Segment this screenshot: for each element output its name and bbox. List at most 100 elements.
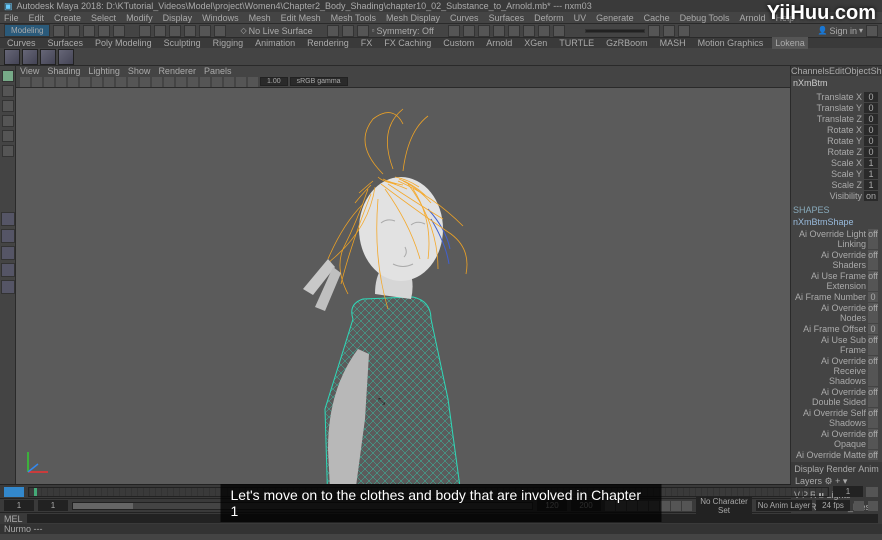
channel-row[interactable]: Ai Frame Number0 bbox=[793, 292, 880, 302]
status-btn[interactable] bbox=[553, 25, 565, 37]
range-handle[interactable] bbox=[73, 503, 133, 509]
menu-create[interactable]: Create bbox=[54, 13, 81, 23]
autokey-button[interactable] bbox=[854, 501, 864, 511]
panel-tool-icon[interactable] bbox=[212, 77, 222, 87]
panel-tool-icon[interactable] bbox=[176, 77, 186, 87]
fps-dropdown[interactable]: 24 fps bbox=[816, 500, 850, 511]
status-btn[interactable] bbox=[342, 25, 354, 37]
shelf-tab[interactable]: MASH bbox=[657, 37, 689, 49]
panel-menu-item[interactable]: Lighting bbox=[88, 66, 120, 76]
viewport-3d[interactable]: ⤡ bbox=[16, 88, 790, 484]
shelf-icon[interactable] bbox=[4, 49, 20, 65]
panel-zoom[interactable]: 1.00 bbox=[260, 77, 288, 86]
menu-modify[interactable]: Modify bbox=[126, 13, 153, 23]
status-btn[interactable] bbox=[83, 25, 95, 37]
lasso-tool[interactable] bbox=[2, 85, 14, 97]
display-tab[interactable]: Display bbox=[794, 464, 824, 474]
channel-row[interactable]: Ai Override Double Sidedoff bbox=[793, 387, 880, 407]
channel-row[interactable]: Translate Y0 bbox=[793, 103, 880, 113]
menu-generate[interactable]: Generate bbox=[596, 13, 634, 23]
shelf-tab[interactable]: Rigging bbox=[210, 37, 247, 49]
menu-curves[interactable]: Curves bbox=[450, 13, 479, 23]
menu-windows[interactable]: Windows bbox=[202, 13, 239, 23]
workspace-selector[interactable]: Modeling bbox=[4, 24, 50, 37]
shelf-tab[interactable]: Curves bbox=[4, 37, 39, 49]
panel-tool-icon[interactable] bbox=[248, 77, 258, 87]
status-btn[interactable] bbox=[663, 25, 675, 37]
shelf-tab[interactable]: Surfaces bbox=[45, 37, 87, 49]
select-tool[interactable] bbox=[2, 70, 14, 82]
menu-select[interactable]: Select bbox=[91, 13, 116, 23]
shelf-tab[interactable]: TURTLE bbox=[556, 37, 597, 49]
panel-menu-item[interactable]: Panels bbox=[204, 66, 232, 76]
panel-tool-icon[interactable] bbox=[32, 77, 42, 87]
panel-tool-icon[interactable] bbox=[20, 77, 30, 87]
menu-mesh-tools[interactable]: Mesh Tools bbox=[331, 13, 376, 23]
channel-tab[interactable]: Show bbox=[871, 66, 882, 76]
channel-row[interactable]: Ai Override Self Shadowsoff bbox=[793, 408, 880, 428]
range-start-field[interactable]: 1 bbox=[4, 500, 34, 511]
menu-surfaces[interactable]: Surfaces bbox=[489, 13, 525, 23]
status-btn[interactable] bbox=[53, 25, 65, 37]
channel-row[interactable]: Rotate Z0 bbox=[793, 147, 880, 157]
channel-row[interactable]: Rotate X0 bbox=[793, 125, 880, 135]
menu-display[interactable]: Display bbox=[163, 13, 193, 23]
menu-deform[interactable]: Deform bbox=[534, 13, 564, 23]
panel-menu-item[interactable]: Renderer bbox=[158, 66, 196, 76]
channel-row[interactable]: Ai Override Shadersoff bbox=[793, 250, 880, 270]
menu-file[interactable]: File bbox=[4, 13, 19, 23]
panel-menu-item[interactable]: View bbox=[20, 66, 39, 76]
channel-row[interactable]: Ai Override Light Linkingoff bbox=[793, 229, 880, 249]
shelf-tab[interactable]: XGen bbox=[521, 37, 550, 49]
layout-single[interactable] bbox=[1, 212, 15, 226]
panel-tool-icon[interactable] bbox=[116, 77, 126, 87]
key-button[interactable] bbox=[866, 487, 878, 497]
status-btn[interactable] bbox=[154, 25, 166, 37]
time-current-marker[interactable] bbox=[34, 488, 37, 496]
layout-four[interactable] bbox=[1, 229, 15, 243]
shelf-tab[interactable]: Motion Graphics bbox=[695, 37, 767, 49]
status-btn[interactable] bbox=[648, 25, 660, 37]
menu-uv[interactable]: UV bbox=[574, 13, 587, 23]
menu-debug-tools[interactable]: Debug Tools bbox=[680, 13, 730, 23]
status-btn[interactable] bbox=[327, 25, 339, 37]
channel-row[interactable]: Translate X0 bbox=[793, 92, 880, 102]
layout-custom[interactable] bbox=[1, 280, 15, 294]
shelf-tab[interactable]: Custom bbox=[440, 37, 477, 49]
menu-cache[interactable]: Cache bbox=[644, 13, 670, 23]
status-btn[interactable] bbox=[448, 25, 460, 37]
panel-menu-item[interactable]: Show bbox=[128, 66, 151, 76]
channel-row[interactable]: Ai Override Matteoff bbox=[793, 450, 880, 460]
layout-persp[interactable] bbox=[1, 246, 15, 260]
panel-tool-icon[interactable] bbox=[152, 77, 162, 87]
channel-row[interactable]: Scale X1 bbox=[793, 158, 880, 168]
channel-tab[interactable]: Edit bbox=[829, 66, 845, 76]
channel-row[interactable]: Ai Frame Offset0 bbox=[793, 324, 880, 334]
status-btn[interactable] bbox=[139, 25, 151, 37]
display-tab[interactable]: Render bbox=[826, 464, 856, 474]
status-btn[interactable] bbox=[678, 25, 690, 37]
shelf-tab[interactable]: Poly Modeling bbox=[92, 37, 155, 49]
shelf-tab[interactable]: Sculpting bbox=[161, 37, 204, 49]
live-surface-toggle[interactable]: ◇ No Live Surface bbox=[240, 26, 312, 36]
panel-tool-icon[interactable] bbox=[68, 77, 78, 87]
panel-tool-icon[interactable] bbox=[128, 77, 138, 87]
channel-row[interactable]: Ai Use Frame Extensionoff bbox=[793, 271, 880, 291]
shelf-icon[interactable] bbox=[22, 49, 38, 65]
panel-colorspace[interactable]: sRGB gamma bbox=[290, 77, 348, 86]
menu-arnold[interactable]: Arnold bbox=[740, 13, 766, 23]
channel-row[interactable]: Ai Override Nodesoff bbox=[793, 303, 880, 323]
status-btn[interactable] bbox=[68, 25, 80, 37]
status-btn[interactable] bbox=[113, 25, 125, 37]
panel-tool-icon[interactable] bbox=[56, 77, 66, 87]
channel-row[interactable]: Visibilityon bbox=[793, 191, 880, 201]
channel-row[interactable]: Rotate Y0 bbox=[793, 136, 880, 146]
status-btn[interactable] bbox=[866, 25, 878, 37]
status-btn[interactable] bbox=[169, 25, 181, 37]
forward-end-button[interactable] bbox=[682, 501, 692, 511]
status-btn[interactable] bbox=[214, 25, 226, 37]
shelf-tab[interactable]: Lokena bbox=[772, 37, 808, 49]
shelf-icon[interactable] bbox=[40, 49, 56, 65]
shelf-icon[interactable] bbox=[58, 49, 74, 65]
playback-start-field[interactable]: 1 bbox=[38, 500, 68, 511]
